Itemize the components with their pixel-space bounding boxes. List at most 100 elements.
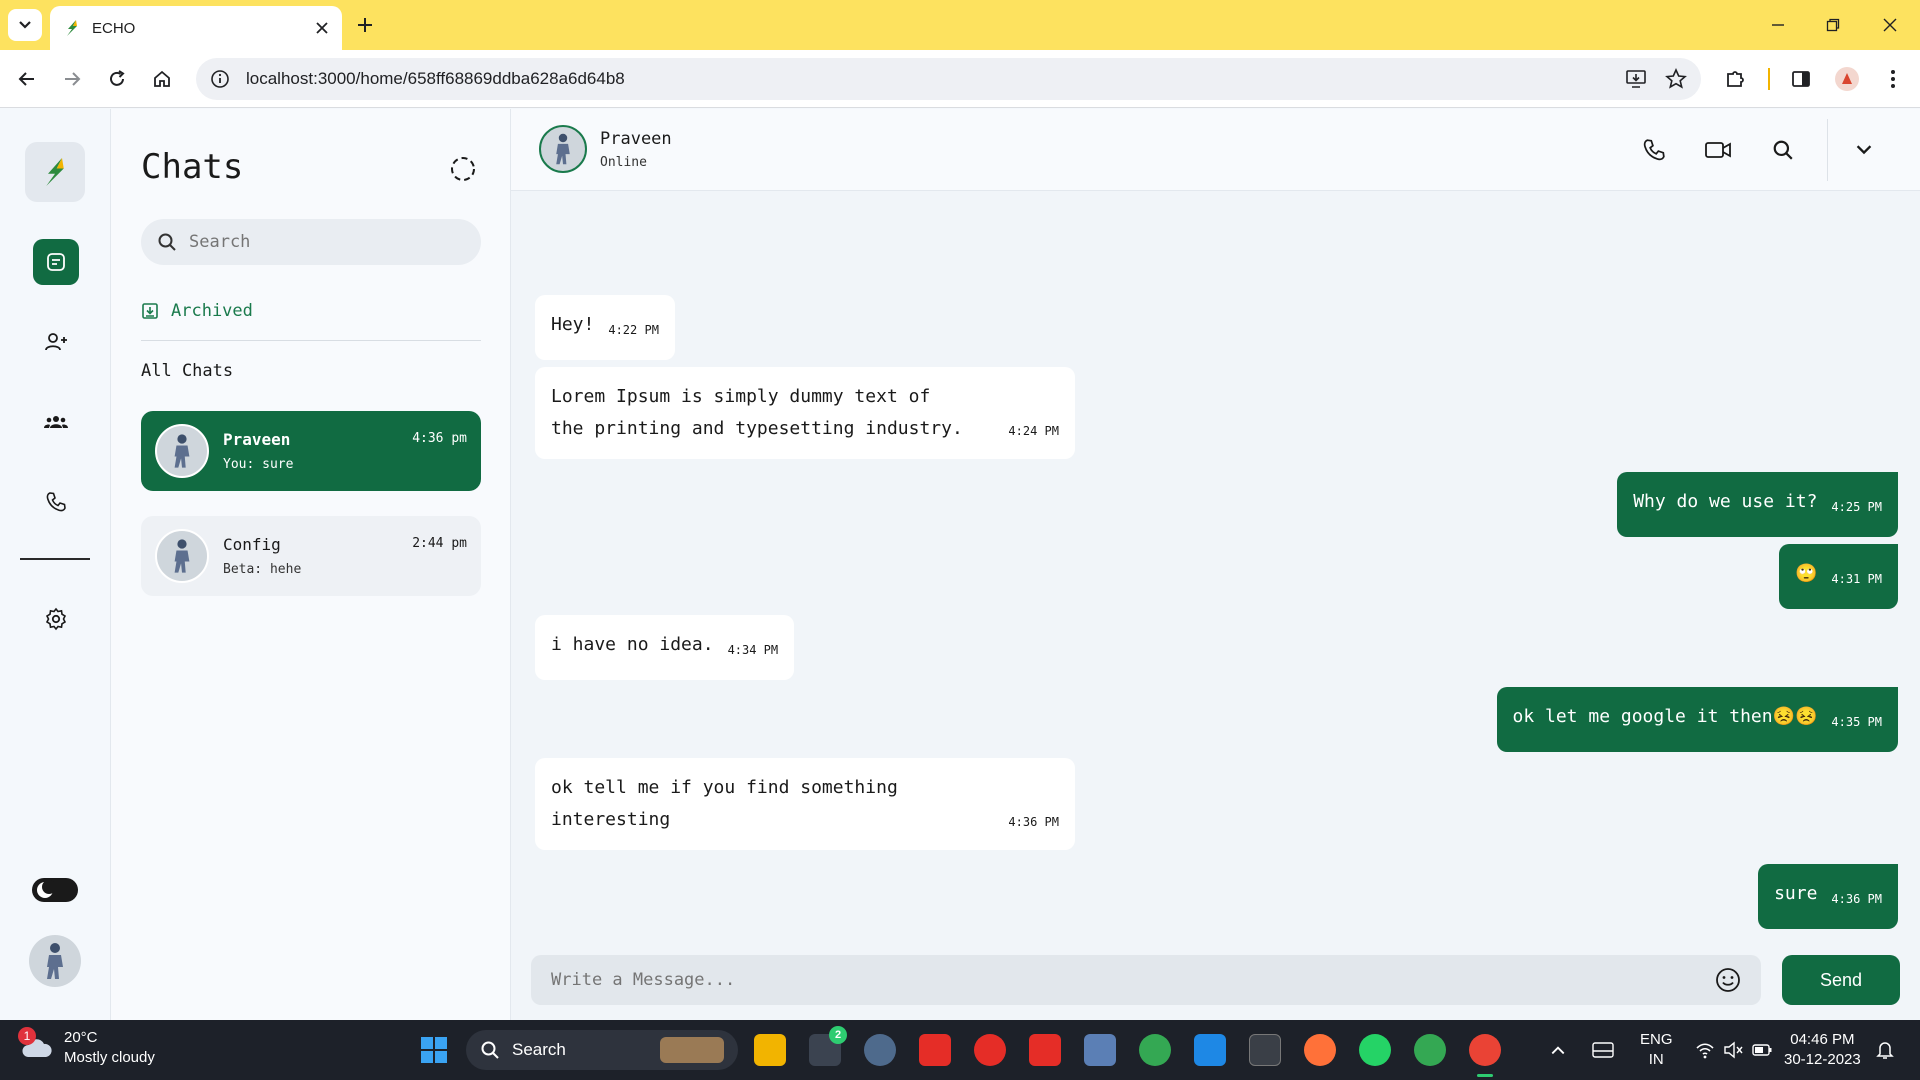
reload-button[interactable] [102,64,132,94]
profile-button[interactable] [1832,64,1862,94]
battery-icon[interactable] [1751,1041,1773,1059]
wifi-icon[interactable] [1695,1041,1715,1059]
firefox-app-icon[interactable] [1304,1034,1336,1066]
archived-link[interactable]: Archived [141,301,253,321]
avatar [155,424,209,478]
terminal-app-icon[interactable] [1249,1034,1281,1066]
volume-muted-icon[interactable] [1723,1041,1743,1059]
send-button[interactable]: Send [1782,955,1900,1005]
language-indicator[interactable]: ENG IN [1640,1030,1673,1070]
taskview-app-icon[interactable]: 2 [809,1026,847,1066]
message-text: Lorem Ipsum is simply dummy text of the … [551,386,963,439]
app-logo[interactable] [25,142,85,202]
message-composer[interactable] [531,955,1761,1005]
nav-add-contact[interactable] [33,319,79,365]
windows-logo-icon [421,1037,447,1063]
message-input[interactable] [551,970,1715,990]
search-messages-button[interactable] [1766,133,1800,167]
echo-logo-icon [67,20,77,36]
nav-groups[interactable] [33,399,79,445]
close-tab-icon[interactable] [316,22,328,34]
new-status-button[interactable] [449,155,477,183]
chat-item-praveen[interactable]: Praveen You: sure 4:36 pm [141,411,481,491]
youtube-app-icon-2[interactable] [1029,1034,1061,1066]
message-time: 4:35 PM [1831,715,1882,729]
search-input[interactable] [189,232,459,252]
avatar [155,529,209,583]
message-incoming: ok tell me if you find something interes… [535,758,1075,850]
taskbar-clock[interactable]: 04:46 PM 30-12-2023 [1784,1030,1861,1070]
restore-button[interactable] [1813,10,1853,40]
notifications-button[interactable] [1876,1040,1894,1065]
chevron-up-icon[interactable] [1550,1042,1566,1058]
user-avatar[interactable] [29,935,81,987]
site-info-icon[interactable] [210,69,230,89]
conversation-menu-button[interactable] [1847,133,1881,167]
browser-tab-echo[interactable]: ECHO [50,6,342,50]
windows-taskbar: 1 20°C Mostly cloudy Search 2 ENG IN 04:… [0,1020,1920,1080]
arrow-left-icon [18,72,34,86]
theme-toggle[interactable] [32,878,78,902]
minimize-button[interactable] [1758,10,1798,40]
message-time: 4:22 PM [608,323,659,337]
video-camera-icon [1705,142,1731,158]
start-button[interactable] [418,1034,450,1066]
message-time: 4:25 PM [1831,500,1882,514]
search-highlight-image [660,1037,724,1063]
extensions-button[interactable] [1720,64,1750,94]
weather-widget[interactable]: 1 20°C Mostly cloudy [18,1027,155,1068]
forward-button[interactable] [57,64,87,94]
toolbar-separator [1768,68,1770,90]
bookmark-star-icon[interactable] [1665,68,1687,90]
back-button[interactable] [12,64,42,94]
chrome-active-app-icon[interactable] [1469,1034,1501,1066]
clock-date: 30-12-2023 [1784,1051,1861,1068]
conversation-panel: Praveen Online Hey! 4:22 PM Lorem Ipsum i… [511,109,1920,1020]
address-bar[interactable]: localhost:3000/home/658ff68869ddba628a6d… [196,58,1701,100]
message-incoming: i have no idea. 4:34 PM [535,615,795,680]
restore-icon [1826,18,1840,32]
chrome-profile-app-icon[interactable] [1414,1034,1446,1066]
browser-menu-button[interactable] [1878,64,1908,94]
virtualbox-app-icon[interactable] [1084,1034,1116,1066]
contact-name: Praveen [600,129,672,149]
taskbar-search[interactable]: Search [466,1030,738,1070]
voice-call-button[interactable] [1637,133,1671,167]
header-separator [1827,119,1828,181]
nav-chats[interactable] [33,239,79,285]
install-app-icon[interactable] [1625,69,1647,89]
weather-temp: 20°C [64,1029,98,1046]
youtube-app-icon[interactable] [919,1034,951,1066]
message-incoming: Hey! 4:22 PM [535,295,675,360]
new-tab-button[interactable] [350,10,380,40]
message-time: 4:36 PM [1831,892,1882,906]
conversation-header: Praveen Online [511,109,1920,191]
message-incoming: Lorem Ipsum is simply dummy text of the … [535,367,1075,459]
keyboard-icon[interactable] [1592,1041,1614,1059]
tab-search-button[interactable] [8,9,42,41]
echo-app: Chats Archived All Chats Praveen You: su… [0,109,1920,1020]
chrome-app-icon[interactable] [1139,1034,1171,1066]
emoji-icon[interactable] [1715,967,1741,993]
active-app-indicator [1477,1074,1493,1077]
tab-title: ECHO [92,19,136,37]
message-time: 4:36 PM [1008,815,1059,829]
vscode-app-icon[interactable] [1194,1034,1226,1066]
phone-icon [1643,139,1665,161]
youtube-music-app-icon[interactable] [974,1034,1006,1066]
contact-status: Online [600,155,647,170]
side-panel-button[interactable] [1786,64,1816,94]
file-explorer-icon[interactable] [754,1034,786,1066]
chat-search[interactable] [141,219,481,265]
close-window-button[interactable] [1870,10,1910,40]
url-text: localhost:3000/home/658ff68869ddba628a6d… [246,69,625,88]
settings-app-icon[interactable] [864,1034,896,1066]
close-icon [1883,18,1897,32]
chat-item-config[interactable]: Config Beta: hehe 2:44 pm [141,516,481,596]
nav-settings[interactable] [33,596,79,642]
nav-calls[interactable] [33,479,79,525]
home-button[interactable] [147,64,177,94]
video-call-button[interactable] [1701,133,1735,167]
whatsapp-app-icon[interactable] [1359,1034,1391,1066]
contact-avatar[interactable] [539,125,587,173]
